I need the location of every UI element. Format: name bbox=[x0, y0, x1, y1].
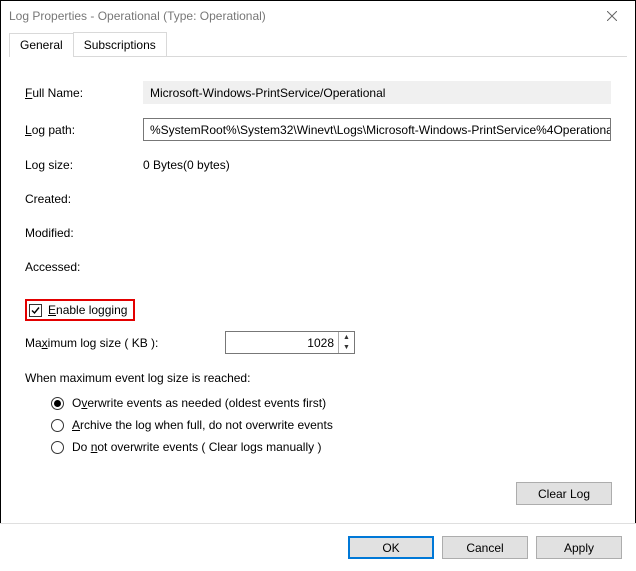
spinner-up-icon[interactable]: ▲ bbox=[339, 332, 354, 343]
max-size-label: Maximum log size ( KB ): bbox=[25, 336, 225, 350]
log-path-label: Log path: bbox=[25, 123, 143, 137]
radio-overwrite[interactable]: Overwrite events as needed (oldest event… bbox=[51, 396, 611, 410]
tabs: General Subscriptions bbox=[1, 31, 635, 57]
log-size-value: 0 Bytes(0 bytes) bbox=[143, 158, 230, 172]
when-max-label: When maximum event log size is reached: bbox=[25, 371, 250, 385]
spinner-down-icon[interactable]: ▼ bbox=[339, 343, 354, 354]
max-size-value[interactable]: 1028 bbox=[226, 332, 338, 353]
titlebar: Log Properties - Operational (Type: Oper… bbox=[1, 1, 635, 31]
enable-logging-checkbox[interactable] bbox=[29, 304, 42, 317]
accessed-label: Accessed: bbox=[25, 260, 143, 274]
tab-subscriptions[interactable]: Subscriptions bbox=[73, 32, 167, 57]
general-pane: Full Name: Microsoft-Windows-PrintServic… bbox=[1, 57, 635, 472]
check-icon bbox=[30, 305, 41, 316]
tab-general[interactable]: General bbox=[9, 33, 74, 57]
radio-archive-label: Archive the log when full, do not overwr… bbox=[72, 418, 333, 432]
cancel-button[interactable]: Cancel bbox=[442, 536, 528, 559]
close-button[interactable] bbox=[589, 1, 635, 31]
window-title: Log Properties - Operational (Type: Oper… bbox=[9, 9, 589, 23]
full-name-label: Full Name: bbox=[25, 86, 143, 100]
radio-donot-label: Do not overwrite events ( Clear logs man… bbox=[72, 440, 321, 454]
log-size-label: Log size: bbox=[25, 158, 143, 172]
full-name-field[interactable]: Microsoft-Windows-PrintService/Operation… bbox=[143, 81, 611, 104]
radio-icon bbox=[51, 419, 64, 432]
clear-log-button[interactable]: Clear Log bbox=[516, 482, 612, 505]
enable-logging-highlight: Enable logging bbox=[25, 299, 135, 321]
ok-button[interactable]: OK bbox=[348, 536, 434, 559]
max-size-spinner[interactable]: 1028 ▲ ▼ bbox=[225, 331, 355, 354]
apply-button[interactable]: Apply bbox=[536, 536, 622, 559]
radio-donot[interactable]: Do not overwrite events ( Clear logs man… bbox=[51, 440, 611, 454]
modified-label: Modified: bbox=[25, 226, 143, 240]
created-label: Created: bbox=[25, 192, 143, 206]
radio-icon bbox=[51, 397, 64, 410]
log-path-field[interactable]: %SystemRoot%\System32\Winevt\Logs\Micros… bbox=[143, 118, 611, 141]
close-icon bbox=[607, 11, 617, 21]
radio-overwrite-label: Overwrite events as needed (oldest event… bbox=[72, 396, 326, 410]
radio-archive[interactable]: Archive the log when full, do not overwr… bbox=[51, 418, 611, 432]
dialog-footer: OK Cancel Apply bbox=[0, 523, 636, 571]
radio-icon bbox=[51, 441, 64, 454]
enable-logging-label: Enable logging bbox=[48, 303, 127, 317]
